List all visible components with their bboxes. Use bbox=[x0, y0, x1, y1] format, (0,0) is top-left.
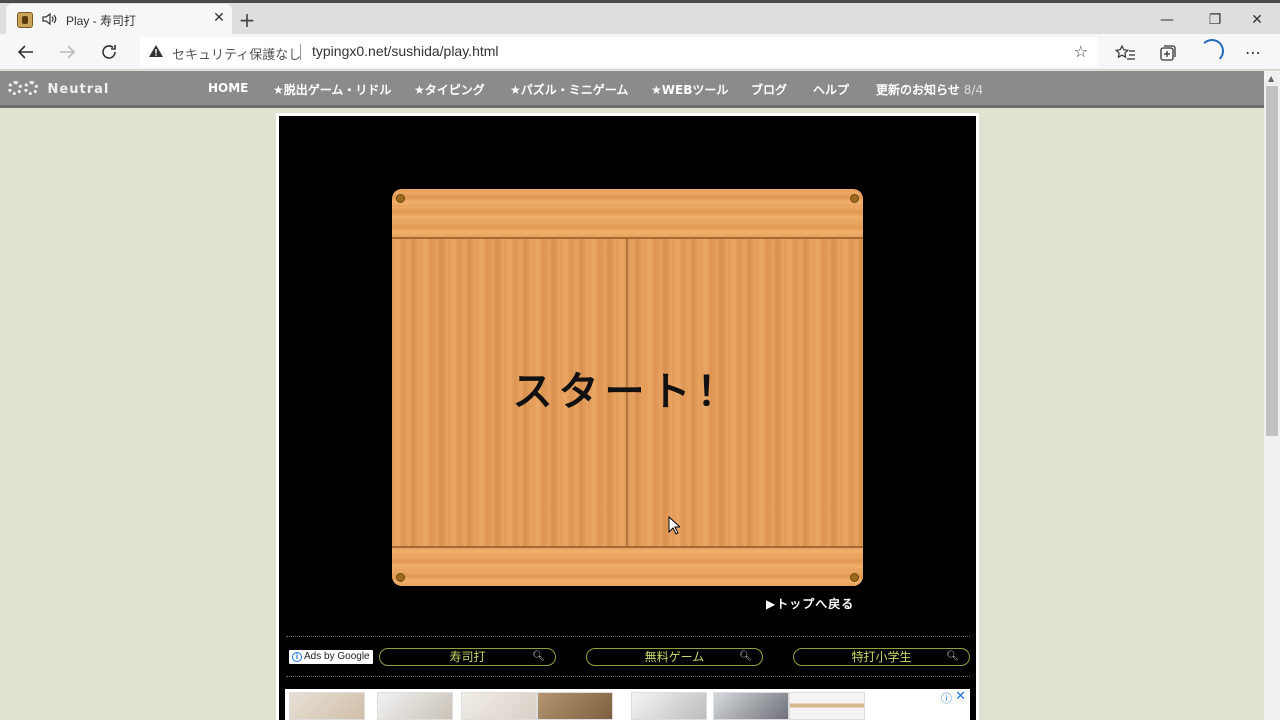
browser-tab[interactable]: Play - 寿司打 ✕ bbox=[6, 4, 232, 37]
mouse-cursor-icon bbox=[668, 516, 680, 535]
nav-updates-date: 8/4 bbox=[963, 83, 984, 97]
rivet-icon bbox=[850, 194, 859, 203]
back-to-top-link[interactable]: ▶トップへ戻る bbox=[766, 595, 854, 612]
favorite-star-icon[interactable]: ☆ bbox=[1074, 42, 1088, 61]
scroll-up-icon[interactable]: ▲ bbox=[1268, 74, 1274, 83]
ads-badge-label: Ads by Google bbox=[304, 651, 370, 662]
dotted-divider bbox=[286, 636, 970, 637]
restore-button[interactable]: ❐ bbox=[1192, 6, 1238, 34]
more-menu-icon[interactable]: ⋯ bbox=[1242, 42, 1264, 64]
search-icon: 🔍︎ bbox=[532, 651, 545, 662]
favorites-list-icon[interactable] bbox=[1115, 42, 1137, 64]
ad-product-image[interactable] bbox=[537, 692, 613, 720]
nav-typing[interactable]: ★タイピング bbox=[414, 81, 485, 98]
nav-blog[interactable]: ブログ bbox=[751, 81, 787, 98]
warning-icon[interactable] bbox=[148, 43, 164, 59]
ad-link-label: 無料ゲーム bbox=[644, 650, 705, 664]
ad-product-image[interactable] bbox=[713, 692, 789, 720]
ad-close-icon[interactable]: ✕ bbox=[955, 689, 966, 704]
search-icon: 🔍︎ bbox=[946, 651, 959, 662]
forward-icon[interactable] bbox=[55, 40, 79, 64]
ads-by-google-badge[interactable]: i Ads by Google bbox=[289, 650, 373, 664]
site-logo[interactable]: Neutral bbox=[8, 80, 109, 97]
ad-link-label: 寿司打 bbox=[449, 650, 486, 664]
security-label[interactable]: セキュリティ保護なし bbox=[172, 44, 301, 63]
rivet-icon bbox=[396, 573, 405, 582]
board-top-plank bbox=[392, 189, 863, 239]
new-tab-button[interactable]: + bbox=[236, 8, 258, 32]
info-icon: i bbox=[292, 652, 302, 662]
ad-product-image[interactable] bbox=[289, 692, 365, 720]
board-bottom-plank bbox=[392, 546, 863, 586]
nav-escape-games[interactable]: ★脱出ゲーム・リドル bbox=[273, 81, 391, 98]
ad-info-icon[interactable]: ⓘ bbox=[941, 690, 952, 706]
profile-icon[interactable] bbox=[1200, 39, 1224, 63]
start-button[interactable]: スタート！ bbox=[392, 359, 863, 417]
nav-help[interactable]: ヘルプ bbox=[813, 81, 849, 98]
site-nav: Neutral HOME ★脱出ゲーム・リドル ★タイピング ★パズル・ミニゲー… bbox=[0, 71, 1264, 108]
nav-puzzle[interactable]: ★パズル・ミニゲーム bbox=[510, 81, 628, 98]
wooden-board[interactable]: スタート！ bbox=[392, 189, 863, 586]
nav-web-tools[interactable]: ★WEBツール bbox=[651, 81, 728, 98]
ad-link-tokuuchi[interactable]: 特打小学生 🔍︎ bbox=[793, 648, 970, 666]
address-divider bbox=[300, 44, 301, 60]
gears-icon bbox=[8, 80, 42, 96]
scrollbar-thumb[interactable] bbox=[1266, 86, 1278, 436]
search-icon: 🔍︎ bbox=[739, 651, 752, 662]
nav-home[interactable]: HOME bbox=[208, 81, 248, 95]
ad-banner[interactable]: ⓘ ✕ bbox=[285, 689, 970, 720]
refresh-icon[interactable] bbox=[97, 40, 121, 64]
ad-product-image[interactable] bbox=[789, 692, 865, 720]
rivet-icon bbox=[850, 573, 859, 582]
tab-title: Play - 寿司打 bbox=[66, 14, 137, 28]
nav-updates[interactable]: 更新のお知らせ 8/4 bbox=[876, 81, 983, 98]
minimize-button[interactable]: — bbox=[1144, 6, 1190, 34]
ad-link-label: 特打小学生 bbox=[851, 650, 912, 664]
back-icon[interactable] bbox=[14, 40, 38, 64]
ad-product-image[interactable] bbox=[377, 692, 453, 720]
collections-icon[interactable] bbox=[1157, 42, 1179, 64]
close-window-button[interactable]: ✕ bbox=[1234, 6, 1280, 34]
url-text[interactable]: typingx0.net/sushida/play.html bbox=[312, 43, 499, 59]
browser-toolbar: セキュリティ保護なし typingx0.net/sushida/play.htm… bbox=[0, 34, 1280, 70]
nav-updates-label: 更新のお知らせ bbox=[876, 83, 960, 97]
ad-product-image[interactable] bbox=[631, 692, 707, 720]
rivet-icon bbox=[396, 194, 405, 203]
ad-product-image[interactable] bbox=[461, 692, 537, 720]
browser-titlebar: Play - 寿司打 ✕ + — ❐ ✕ bbox=[0, 0, 1280, 37]
sushi-favicon-icon bbox=[17, 12, 33, 28]
logo-text: Neutral bbox=[47, 82, 110, 97]
close-tab-icon[interactable]: ✕ bbox=[210, 10, 228, 26]
speaker-icon[interactable] bbox=[40, 10, 58, 28]
ad-link-free-games[interactable]: 無料ゲーム 🔍︎ bbox=[586, 648, 763, 666]
dotted-divider bbox=[286, 676, 970, 677]
address-bar[interactable]: セキュリティ保護なし typingx0.net/sushida/play.htm… bbox=[140, 37, 1098, 67]
ad-link-sushida[interactable]: 寿司打 🔍︎ bbox=[379, 648, 556, 666]
